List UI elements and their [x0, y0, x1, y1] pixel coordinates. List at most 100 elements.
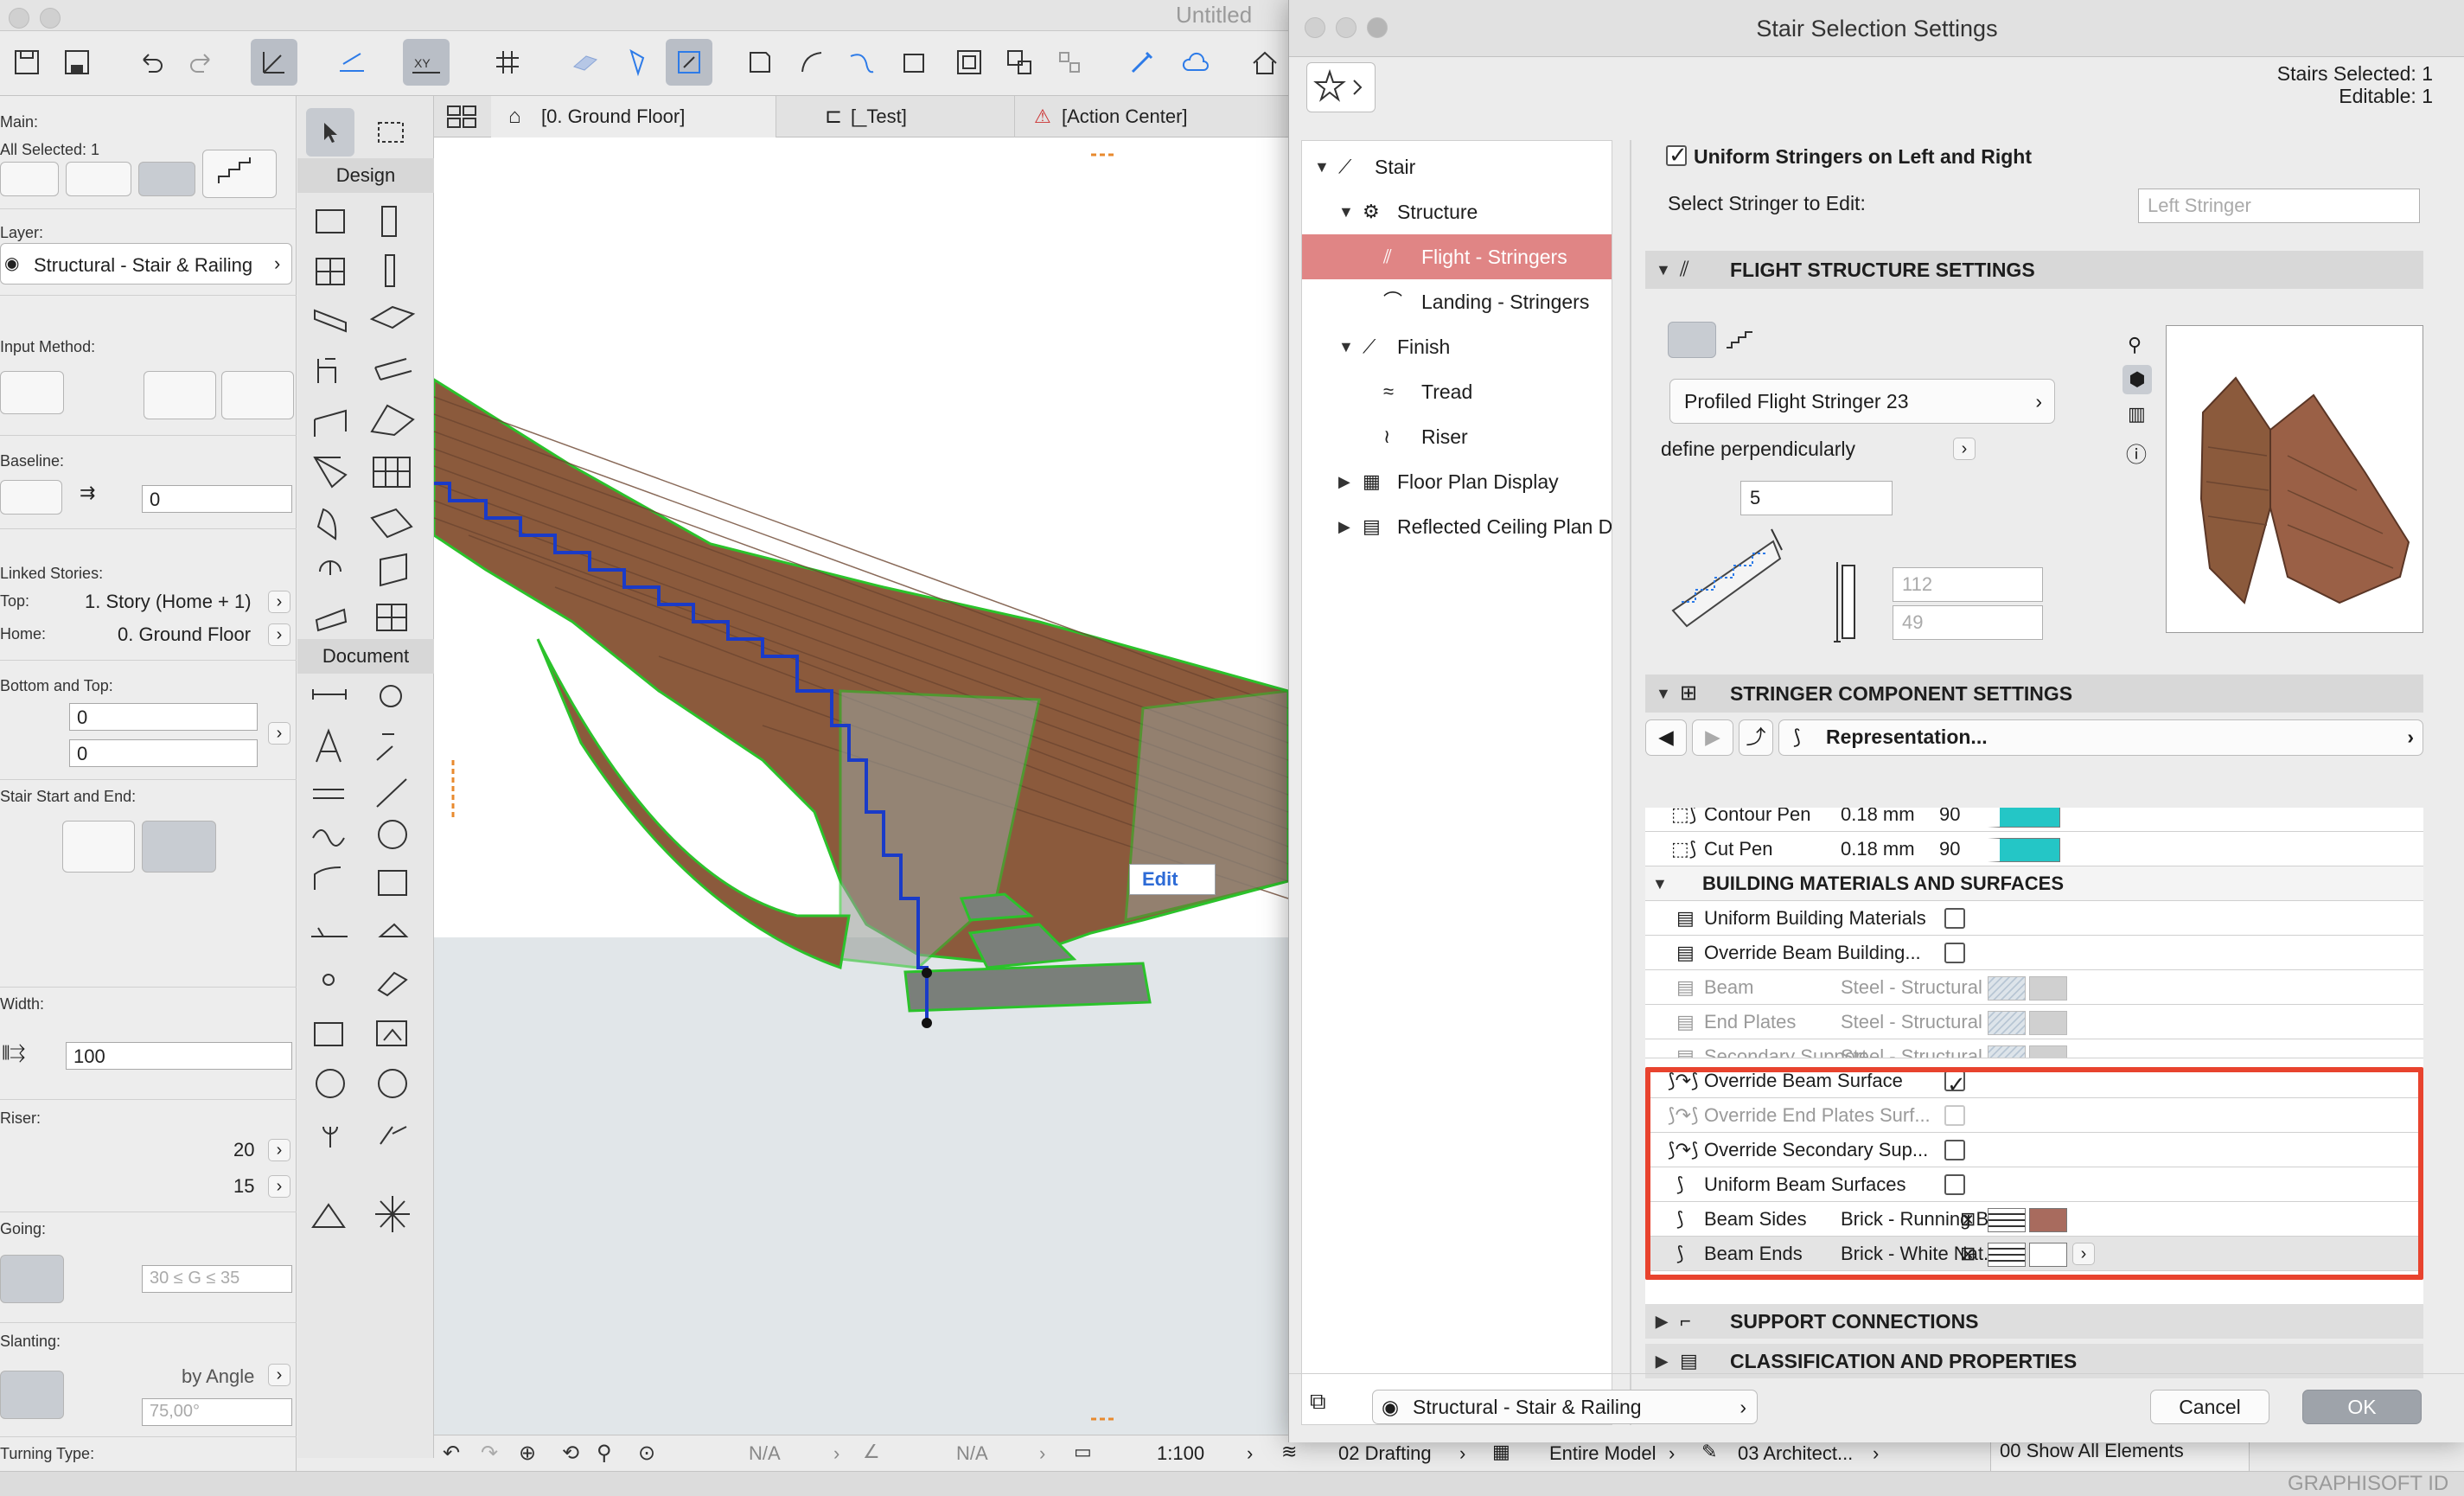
edit-tag-button[interactable]: Edit: [1129, 864, 1216, 895]
home-story-chevron[interactable]: ›: [268, 623, 290, 646]
tree-item-floor-plan-display[interactable]: ▶ ▦ Floor Plan Display: [1302, 459, 1612, 504]
bottom-top-chevron[interactable]: ›: [268, 722, 290, 745]
baseline-offset-field[interactable]: 0: [142, 485, 292, 513]
expand-triangle-icon[interactable]: ▼: [1314, 144, 1330, 189]
ungroup-icon[interactable]: [996, 39, 1043, 86]
marquee-selector[interactable]: [66, 162, 131, 196]
walk-icon[interactable]: ⚲: [597, 1441, 612, 1466]
slanting-type-button[interactable]: [0, 1371, 64, 1419]
surface-picker-icon[interactable]: ⊠: [1960, 1202, 1976, 1237]
dialog-zoom-button[interactable]: [1367, 17, 1388, 38]
tree-item-tread[interactable]: ≈ Tread: [1302, 369, 1612, 414]
slanting-mode-chevron[interactable]: ›: [268, 1364, 290, 1386]
plane-icon[interactable]: [562, 39, 609, 86]
home-icon[interactable]: [1242, 39, 1288, 86]
save-as-icon[interactable]: [54, 39, 100, 86]
orbit-icon[interactable]: ⟲: [562, 1441, 579, 1466]
grid-row-uniform-beam-surfaces[interactable]: ⟆ Uniform Beam Surfaces: [1645, 1167, 2423, 1202]
baseline-left-button[interactable]: [0, 480, 62, 515]
beam-ends-color-swatch[interactable]: [2029, 1243, 2067, 1267]
cancel-button[interactable]: Cancel: [2150, 1390, 2269, 1424]
curve-icon[interactable]: [788, 39, 835, 86]
grid-row-beam-material[interactable]: ▤ Beam Steel - Structural: [1645, 970, 2423, 1005]
start-type-button[interactable]: [62, 821, 135, 873]
export-icon[interactable]: ⤴: [1739, 719, 1773, 756]
section-collapse-icon[interactable]: ▼: [1656, 251, 1671, 289]
expand-triangle-icon[interactable]: ▼: [1338, 324, 1354, 369]
arrange-icon[interactable]: [1046, 39, 1093, 86]
offset-icon[interactable]: [890, 39, 937, 86]
document-section-header[interactable]: Document: [297, 639, 434, 674]
define-perpendicularly-chevron[interactable]: ›: [1953, 438, 1976, 460]
model-view-chevron-icon[interactable]: ›: [1669, 1442, 1675, 1465]
tree-item-finish[interactable]: ▼ ⟋ Finish: [1302, 324, 1612, 369]
model-view-options[interactable]: Entire Model: [1549, 1442, 1656, 1465]
grid-snap-icon[interactable]: [484, 39, 531, 86]
riser-height-chevron[interactable]: ›: [268, 1175, 290, 1198]
expand-triangle-icon[interactable]: ▼: [1338, 189, 1354, 234]
scale-value[interactable]: 1:100: [1157, 1442, 1204, 1465]
beam-sides-color-swatch[interactable]: [2029, 1208, 2067, 1232]
override-beam-building-checkbox[interactable]: [1944, 943, 1965, 963]
snap-icon[interactable]: [329, 39, 375, 86]
document-tools-icons[interactable]: [297, 677, 434, 1161]
floor-plan-preview-icon[interactable]: ⚲: [2128, 334, 2142, 356]
override-beam-surface-checkbox[interactable]: [1944, 1067, 1966, 1102]
thickness-field[interactable]: 5: [1740, 481, 1893, 515]
bottom-offset-field[interactable]: 0: [69, 703, 258, 731]
section-preview-icon[interactable]: ▥: [2128, 403, 2146, 425]
override-secondary-support-checkbox[interactable]: [1944, 1140, 1965, 1160]
uniform-stringers-checkbox[interactable]: [1666, 142, 1688, 169]
previous-page-icon[interactable]: ◀: [1645, 719, 1687, 756]
ok-button[interactable]: OK: [2302, 1390, 2422, 1424]
redo-view-icon[interactable]: ↷: [481, 1441, 498, 1466]
tab-test[interactable]: ⊏ [_Test]: [776, 96, 1015, 137]
zoom-fit-icon[interactable]: ⊙: [638, 1441, 655, 1466]
3d-preview-icon[interactable]: ⬢: [2122, 365, 2152, 394]
tree-item-riser[interactable]: ≀ Riser: [1302, 414, 1612, 459]
grid-row-secondary-support-material[interactable]: ▤ Secondary Support Steel - Structural: [1645, 1039, 2423, 1058]
save-icon[interactable]: [3, 39, 50, 86]
grid-row-override-secondary-support[interactable]: ⟆↷⟆ Override Secondary Sup...: [1645, 1133, 2423, 1167]
favorite-selector[interactable]: [0, 162, 59, 196]
favorites-button[interactable]: [1306, 62, 1376, 112]
layer-combination-chevron-icon[interactable]: ›: [1459, 1442, 1465, 1465]
tree-item-landing-stringers[interactable]: ⌒ Landing - Stringers: [1302, 279, 1612, 324]
top-story-chevron[interactable]: ›: [268, 591, 290, 613]
riser-count-chevron[interactable]: ›: [268, 1139, 290, 1161]
support-connections-header[interactable]: ▶ ⌐ SUPPORT CONNECTIONS: [1645, 1304, 2423, 1339]
grid-row-beam-sides[interactable]: ⟆ Beam Sides Brick - Running B... ⊠: [1645, 1202, 2423, 1237]
input-method-u-button[interactable]: [221, 371, 294, 419]
grid-row-contour-pen[interactable]: ⬚⟆ Contour Pen 0.18 mm 90: [1645, 808, 2423, 832]
cloud-icon[interactable]: [1172, 39, 1219, 86]
close-window-button[interactable]: [9, 8, 29, 29]
slanting-angle-field[interactable]: 75,00°: [142, 1398, 292, 1426]
arrow-tool-icon[interactable]: [306, 108, 354, 157]
redo-icon[interactable]: [178, 39, 225, 86]
stair-settings-icon[interactable]: [202, 150, 277, 198]
grid-row-override-end-plates-surface[interactable]: ⟆↷⟆ Override End Plates Surf...: [1645, 1098, 2423, 1133]
row-value[interactable]: 0.18 mm: [1841, 832, 1915, 866]
tab-overview-icon[interactable]: [446, 105, 477, 129]
coordinate-plane-icon[interactable]: XY: [403, 39, 450, 86]
end-type-button[interactable]: [142, 821, 216, 873]
grid-row-uniform-building-materials[interactable]: ▤ Uniform Building Materials: [1645, 901, 2423, 936]
pen-color-swatch[interactable]: [1988, 838, 2060, 862]
pen-set[interactable]: 03 Architect...: [1738, 1442, 1853, 1465]
representation-dropdown[interactable]: ⟆ Representation... ›: [1778, 719, 2423, 756]
status-na2-chevron-icon[interactable]: ›: [1039, 1442, 1045, 1465]
design-section-header[interactable]: Design: [297, 158, 434, 193]
grid-row-cut-pen[interactable]: ⬚⟆ Cut Pen 0.18 mm 90: [1645, 832, 2423, 866]
pointer-plane-icon[interactable]: [614, 39, 661, 86]
scale-chevron-icon[interactable]: ›: [1247, 1442, 1253, 1465]
going-rule-field[interactable]: 30 ≤ G ≤ 35: [142, 1265, 292, 1293]
stringer-type-profiled-button[interactable]: [1668, 322, 1716, 358]
tab-action-center[interactable]: ⚠ [Action Center]: [1015, 96, 1288, 137]
minimize-window-button[interactable]: [40, 8, 61, 29]
uniform-building-materials-checkbox[interactable]: [1944, 908, 1965, 929]
footer-layer-selector[interactable]: ◉ Structural - Stair & Railing ›: [1372, 1390, 1758, 1424]
tree-item-structure[interactable]: ▼ ⚙ Structure: [1302, 189, 1612, 234]
stringer-width-field[interactable]: 49: [1893, 605, 2043, 640]
dialog-close-button[interactable]: [1305, 17, 1325, 38]
row-value[interactable]: 0.18 mm: [1841, 808, 1915, 832]
